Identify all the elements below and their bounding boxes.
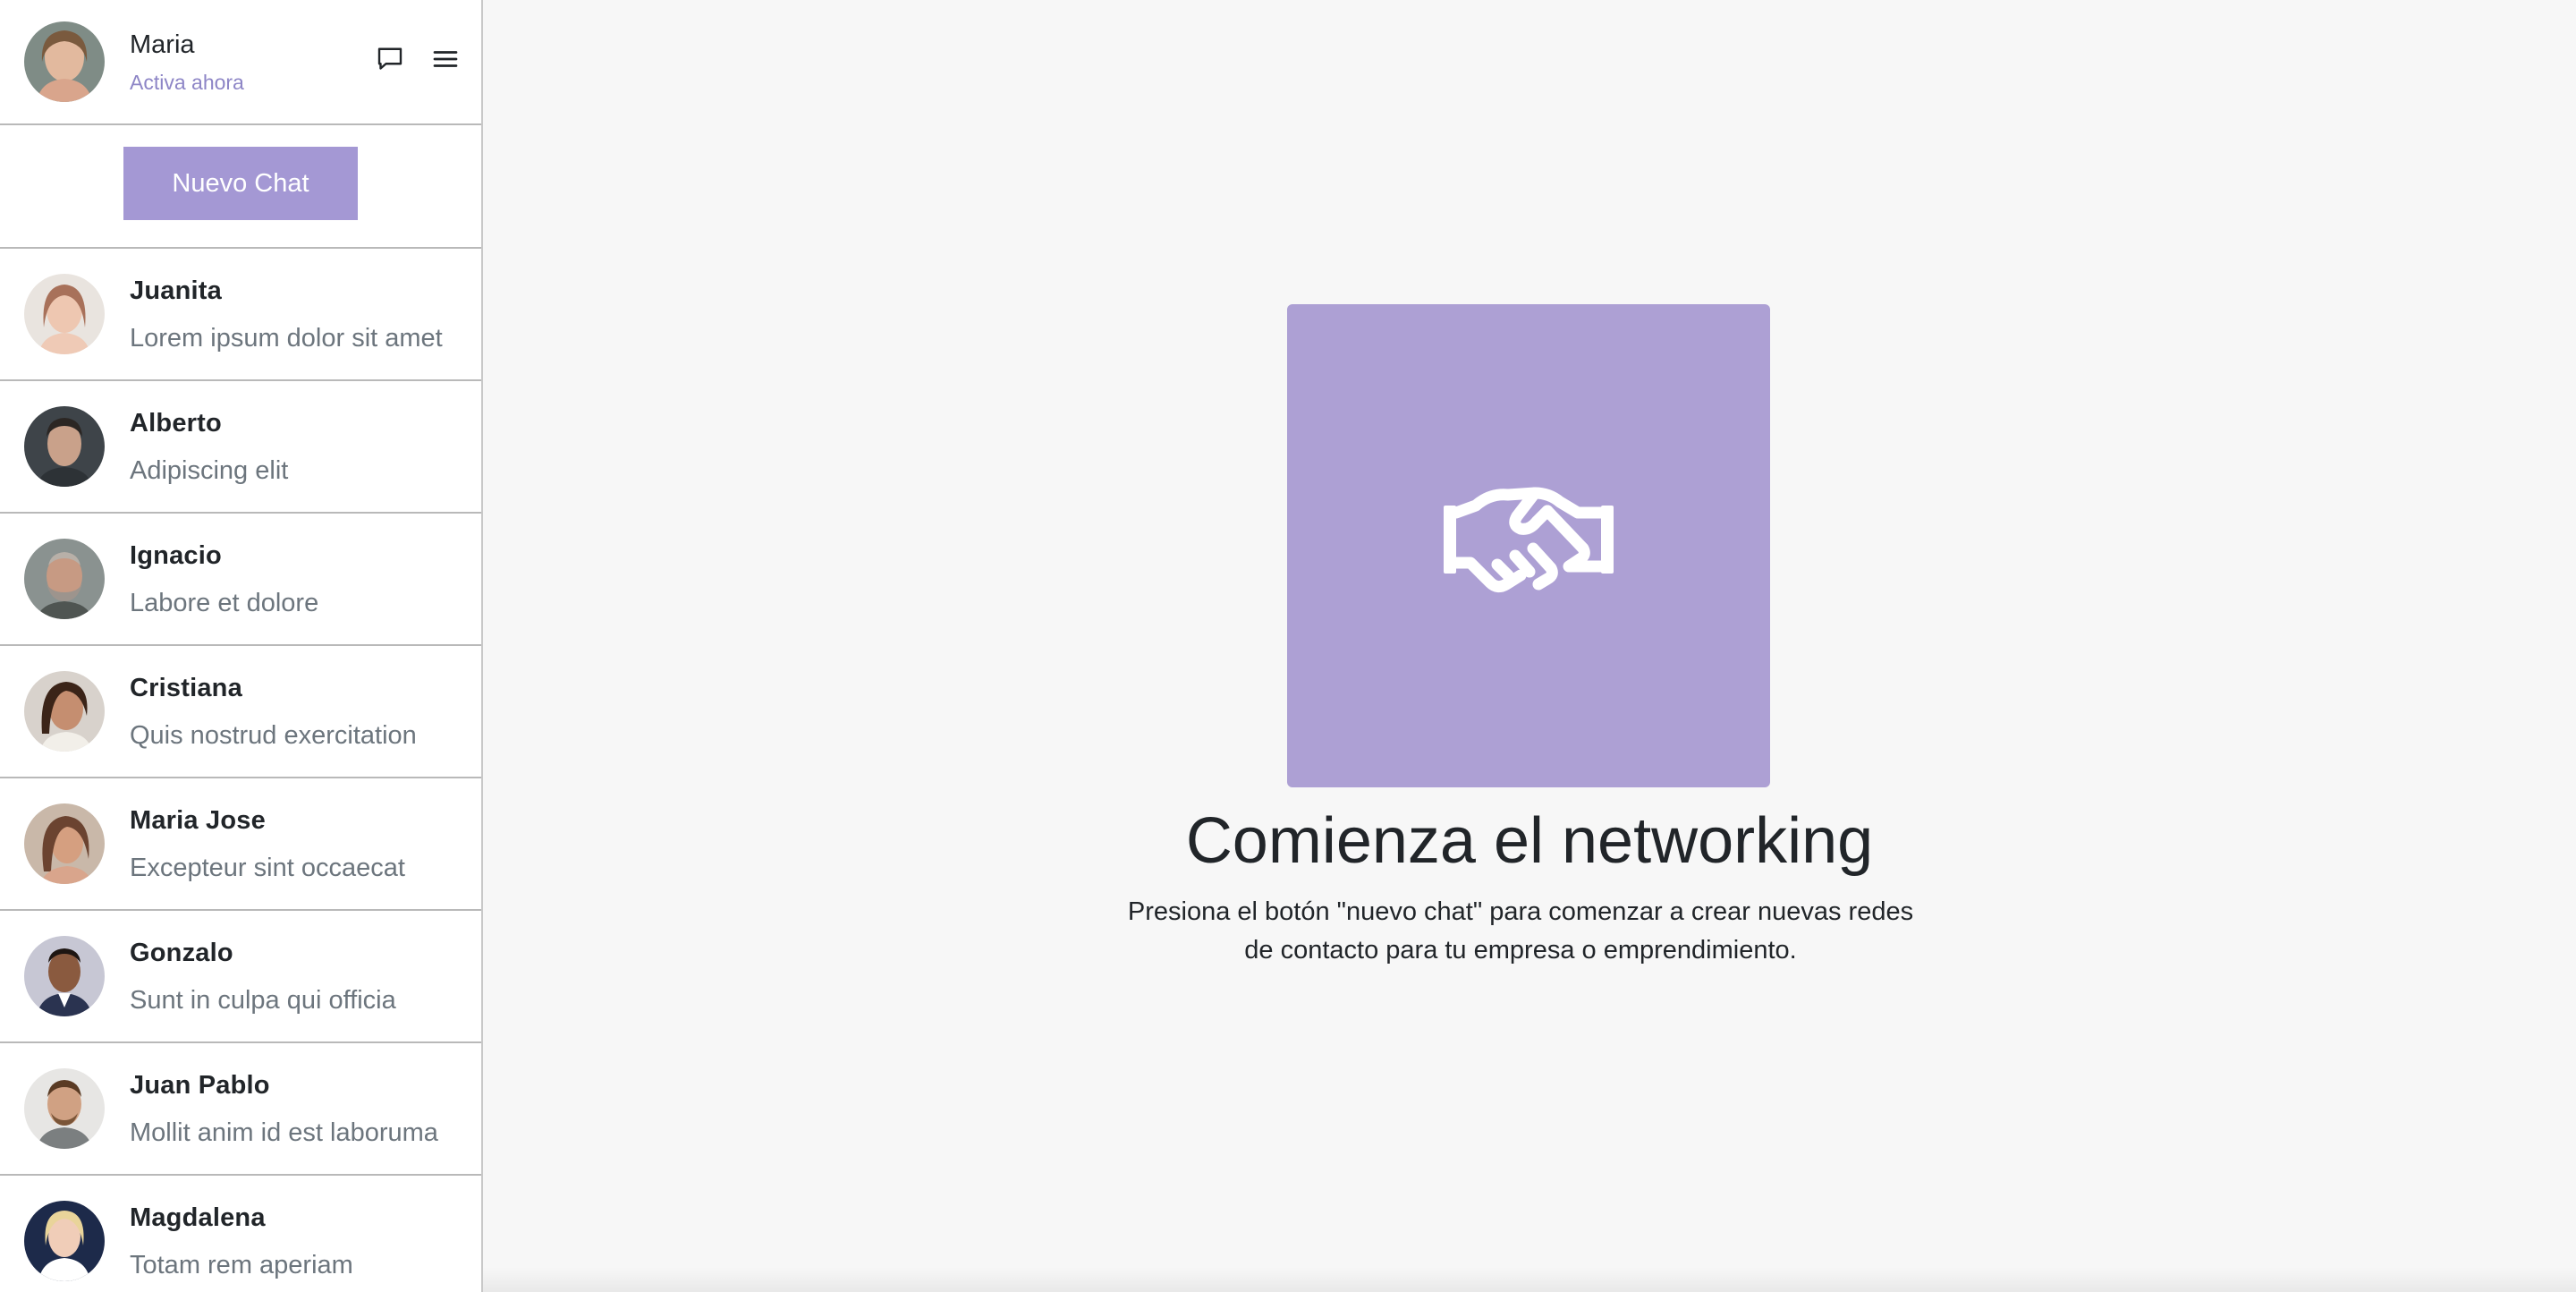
current-user-name: Maria (130, 30, 195, 59)
avatar (24, 1068, 105, 1149)
chat-item-gonzalo[interactable]: Gonzalo Sunt in culpa qui officia (0, 911, 481, 1043)
chat-text: Juanita Lorem ipsum dolor sit amet (130, 275, 443, 354)
header-actions (374, 43, 462, 75)
chat-preview: Lorem ipsum dolor sit amet (130, 323, 443, 353)
app-root: Maria Activa ahora Nuevo Chat Juanita Lo… (0, 0, 2576, 1292)
avatar (24, 274, 105, 354)
sidebar: Maria Activa ahora Nuevo Chat Juanita Lo… (0, 0, 483, 1292)
chat-item-magdalena[interactable]: Magdalena Totam rem aperiam (0, 1176, 481, 1292)
chat-name: Gonzalo (130, 938, 233, 967)
empty-state-title: Comienza el networking (1185, 805, 1874, 877)
message-square-icon[interactable] (374, 43, 406, 75)
current-user-avatar[interactable] (24, 21, 105, 102)
avatar (24, 671, 105, 752)
chat-list: Juanita Lorem ipsum dolor sit amet Alber… (0, 249, 481, 1292)
profile-header: Maria Activa ahora (0, 0, 481, 125)
chat-item-alberto[interactable]: Alberto Adipiscing elit (0, 381, 481, 514)
chat-item-juanita[interactable]: Juanita Lorem ipsum dolor sit amet (0, 249, 481, 381)
chat-preview: Mollit anim id est laboruma (130, 1118, 438, 1147)
chat-name: Cristiana (130, 673, 242, 702)
chat-preview: Quis nostrud exercitation (130, 720, 417, 750)
avatar (24, 539, 105, 619)
main-panel: Comienza el networking Presiona el botón… (483, 0, 2576, 1292)
chat-item-maria-jose[interactable]: Maria Jose Excepteur sint occaecat (0, 778, 481, 911)
chat-preview: Excepteur sint occaecat (130, 853, 405, 882)
chat-text: Magdalena Totam rem aperiam (130, 1202, 353, 1281)
chat-text: Gonzalo Sunt in culpa qui officia (130, 937, 396, 1016)
profile-text: Maria Activa ahora (130, 29, 244, 95)
avatar (24, 406, 105, 487)
avatar (24, 936, 105, 1016)
chat-name: Juan Pablo (130, 1070, 270, 1100)
empty-state-illustration (1287, 304, 1770, 787)
chat-item-juan-pablo[interactable]: Juan Pablo Mollit anim id est laboruma (0, 1043, 481, 1176)
chat-preview: Sunt in culpa qui officia (130, 985, 396, 1015)
avatar (24, 803, 105, 884)
empty-state-description-line-2: de contacto para tu empresa o emprendimi… (1244, 936, 1797, 965)
handshake-icon (1444, 487, 1614, 593)
bottom-shadow (483, 1267, 2576, 1292)
chat-text: Juan Pablo Mollit anim id est laboruma (130, 1069, 438, 1149)
chat-name: Alberto (130, 408, 222, 438)
chat-preview: Labore et dolore (130, 588, 319, 617)
avatar (24, 1201, 105, 1281)
chat-name: Magdalena (130, 1203, 266, 1232)
hamburger-menu-icon[interactable] (429, 43, 462, 75)
chat-item-cristiana[interactable]: Cristiana Quis nostrud exercitation (0, 646, 481, 778)
chat-item-ignacio[interactable]: Ignacio Labore et dolore (0, 514, 481, 646)
current-user-status: Activa ahora (130, 71, 244, 94)
chat-text: Cristiana Quis nostrud exercitation (130, 672, 417, 752)
chat-name: Juanita (130, 276, 222, 305)
chat-name: Maria Jose (130, 805, 266, 835)
chat-preview: Totam rem aperiam (130, 1250, 353, 1279)
chat-name: Ignacio (130, 540, 222, 570)
chat-text: Alberto Adipiscing elit (130, 407, 288, 487)
new-chat-section: Nuevo Chat (0, 125, 481, 249)
chat-preview: Adipiscing elit (130, 455, 289, 485)
empty-state-description: Presiona el botón "nuevo chat" para come… (1118, 893, 1923, 970)
chat-text: Maria Jose Excepteur sint occaecat (130, 804, 405, 884)
chat-text: Ignacio Labore et dolore (130, 540, 318, 619)
empty-state-description-line-1: Presiona el botón "nuevo chat" para come… (1127, 897, 1914, 926)
new-chat-button[interactable]: Nuevo Chat (123, 147, 358, 220)
